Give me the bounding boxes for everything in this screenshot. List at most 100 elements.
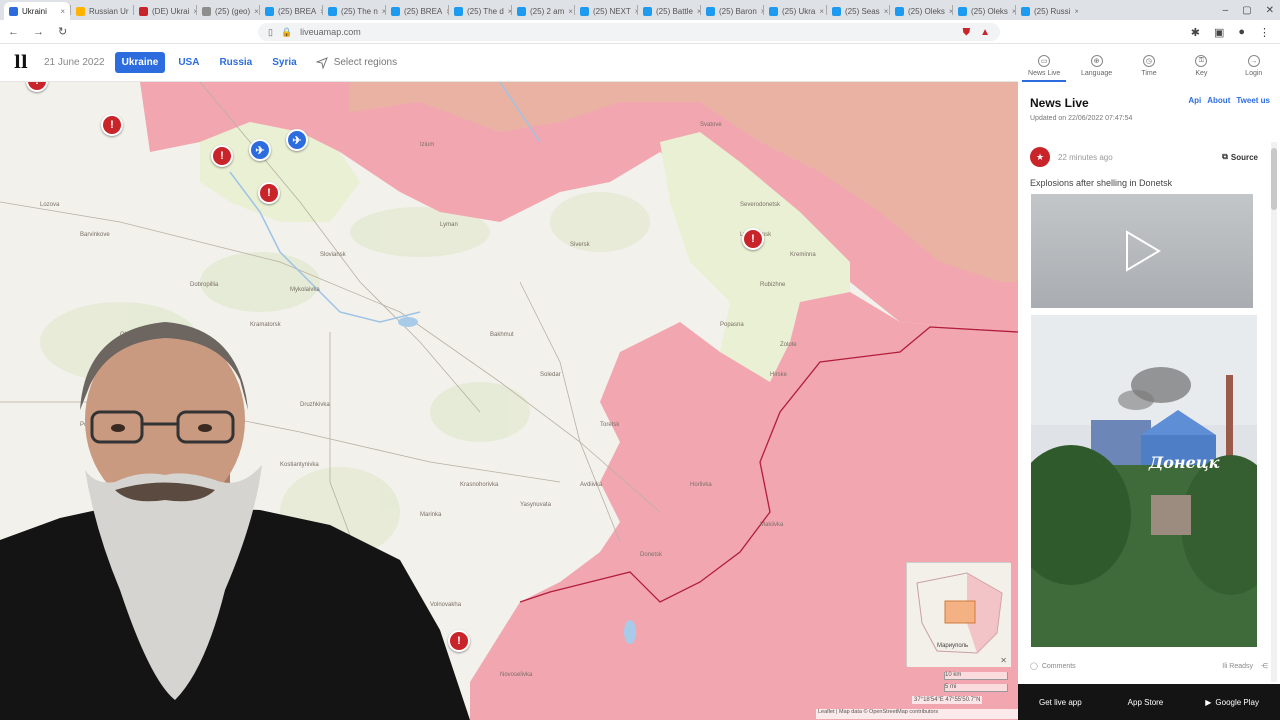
minimize-icon[interactable]: –: [1223, 5, 1229, 16]
browser-tab[interactable]: (25) BREA×: [260, 2, 322, 20]
news-link-about[interactable]: About: [1207, 96, 1230, 105]
region-tab-syria[interactable]: Syria: [265, 52, 303, 73]
shield-icon[interactable]: ⛊: [963, 27, 971, 38]
forward-icon[interactable]: →: [33, 26, 44, 38]
tab-favicon-icon: [454, 6, 463, 16]
tab-close-icon[interactable]: ×: [1074, 7, 1078, 16]
browser-tab[interactable]: (25) (geo) ×: [197, 2, 259, 20]
map-marker-explosion[interactable]: !: [258, 182, 280, 204]
tab-label: Ukraini: [22, 6, 47, 16]
select-regions-button[interactable]: Select regions: [315, 56, 397, 69]
key-icon: ⚿: [1195, 55, 1208, 67]
warning-icon[interactable]: ▲: [980, 27, 990, 38]
panel-tab-label: Time: [1141, 70, 1157, 77]
browser-tab[interactable]: (25) Russi ×: [1016, 2, 1078, 20]
tab-close-icon[interactable]: ×: [949, 7, 952, 16]
tab-close-icon[interactable]: ×: [508, 7, 511, 16]
source-link[interactable]: ⧉ Source: [1222, 152, 1258, 162]
browser-tab[interactable]: (25) Oleks ×: [953, 2, 1015, 20]
tab-close-icon[interactable]: ×: [60, 7, 65, 16]
sidebar-icon[interactable]: ▣: [1214, 26, 1224, 39]
map-marker-military[interactable]: ✈: [249, 139, 271, 161]
maximize-icon[interactable]: ▢: [1242, 5, 1251, 16]
back-icon[interactable]: ←: [8, 26, 19, 38]
tab-favicon-icon: [9, 6, 18, 16]
news-link-tweet-us[interactable]: Tweet us: [1236, 96, 1270, 105]
app-store-link[interactable]: App Store: [1124, 698, 1164, 707]
browser-tab[interactable]: (25) Baron ×: [701, 2, 763, 20]
browser-tab-strip: Ukraini × Russian Ur×(DE) Ukrai×(25) (geo)…: [0, 0, 1280, 20]
reload-icon[interactable]: ↻: [58, 25, 67, 38]
map-marker-military[interactable]: ✈: [286, 129, 308, 151]
panel-tab-label: News Live: [1028, 70, 1061, 77]
region-tab-usa[interactable]: USA: [171, 52, 206, 73]
comments-icon[interactable]: ◯: [1030, 662, 1038, 670]
news-links: Api About Tweet us: [1188, 96, 1270, 105]
extensions-icon[interactable]: ✱: [1191, 26, 1200, 39]
news-photo[interactable]: Донецк: [1031, 315, 1257, 647]
close-window-icon[interactable]: ✕: [1266, 5, 1274, 16]
browser-tab[interactable]: (25) Battle ×: [638, 2, 700, 20]
browser-tab[interactable]: Ukraini ×: [4, 2, 70, 20]
tab-label: (25) Baron: [719, 6, 757, 16]
map-marker-explosion[interactable]: !: [742, 228, 764, 250]
map-attribution[interactable]: Leaflet | Map data © OpenStreetMap contr…: [816, 709, 1018, 719]
place-label: Horlivka: [690, 482, 712, 488]
site-logo[interactable]: ll: [14, 52, 36, 73]
region-tab-russia[interactable]: Russia: [212, 52, 259, 73]
region-tab-ukraine[interactable]: Ukraine: [114, 52, 166, 73]
menu-icon[interactable]: ⋮: [1259, 26, 1270, 39]
browser-tab[interactable]: (25) Oleks ×: [890, 2, 952, 20]
tab-close-icon[interactable]: ×: [254, 7, 259, 16]
tab-close-icon[interactable]: ×: [1012, 7, 1015, 16]
scrollbar-thumb[interactable]: [1271, 148, 1277, 210]
map-marker-explosion[interactable]: !: [101, 114, 123, 136]
panel-tab-language[interactable]: ⊕ Language: [1075, 55, 1119, 77]
place-label: Izium: [420, 142, 435, 148]
tab-close-icon[interactable]: ×: [320, 7, 322, 16]
share-icon[interactable]: ⋲: [1261, 662, 1268, 670]
tab-close-icon[interactable]: ×: [884, 7, 889, 16]
address-bar[interactable]: ▯ 🔒 liveuamap.com ⛊ ▲: [258, 23, 1000, 41]
tab-close-icon[interactable]: ×: [697, 7, 700, 16]
tab-close-icon[interactable]: ×: [382, 7, 385, 16]
tab-close-icon[interactable]: ×: [568, 7, 573, 16]
scrollbar-track[interactable]: [1271, 142, 1277, 682]
panel-tab-login[interactable]: → Login: [1232, 55, 1276, 77]
news-link-api[interactable]: Api: [1188, 96, 1201, 105]
browser-tab[interactable]: (25) BREA×: [386, 2, 448, 20]
tab-close-icon[interactable]: ×: [446, 7, 448, 16]
profile-icon[interactable]: ●: [1238, 26, 1245, 38]
tab-favicon-icon: [265, 6, 274, 16]
google-play-link[interactable]: ▶ Google Play: [1205, 698, 1259, 707]
tab-close-icon[interactable]: ×: [193, 7, 196, 16]
panel-tab-news-live[interactable]: ▭ News Live: [1022, 55, 1067, 82]
tab-close-icon[interactable]: ×: [761, 7, 763, 16]
browser-tab[interactable]: (25) The d ×: [449, 2, 511, 20]
browser-tab[interactable]: (DE) Ukrai ×: [134, 2, 196, 20]
readsy-label[interactable]: Ilі Readsy: [1222, 663, 1253, 670]
place-label: Toretsk: [600, 422, 620, 428]
map-marker-explosion[interactable]: !: [211, 145, 233, 167]
current-date[interactable]: 21 June 2022: [44, 57, 105, 68]
collapse-minimap-icon[interactable]: ✕: [1000, 656, 1007, 665]
news-video-thumbnail[interactable]: [1031, 194, 1253, 308]
news-item[interactable]: ★ 22 minutes ago ⧉ Source Explosions aft…: [1030, 142, 1258, 188]
browser-tab[interactable]: (25) Seas ×: [827, 2, 889, 20]
tab-close-icon[interactable]: ×: [635, 7, 637, 16]
browser-tab[interactable]: (25) NEXT ×: [575, 2, 637, 20]
place-label: Svatove: [700, 122, 722, 128]
comments-label[interactable]: Comments: [1042, 663, 1076, 670]
google-play-label: Google Play: [1215, 697, 1259, 707]
tab-close-icon[interactable]: ×: [819, 7, 824, 16]
get-live-app-link[interactable]: Get live app: [1039, 698, 1082, 707]
bookmark-icon[interactable]: ▯: [268, 27, 273, 38]
screen: Ukraini × Russian Ur×(DE) Ukrai×(25) (geo)…: [0, 0, 1280, 720]
panel-tab-key[interactable]: ⚿ Key: [1179, 55, 1223, 77]
browser-tab[interactable]: (25) 2 am ×: [512, 2, 574, 20]
panel-tab-time[interactable]: ◷ Time: [1127, 55, 1171, 77]
browser-tab[interactable]: (25) Ukra ×: [764, 2, 826, 20]
minimap[interactable]: Мариуполь ✕: [906, 562, 1011, 667]
browser-tab[interactable]: Russian Ur×: [71, 2, 133, 20]
browser-tab[interactable]: (25) The n ×: [323, 2, 385, 20]
